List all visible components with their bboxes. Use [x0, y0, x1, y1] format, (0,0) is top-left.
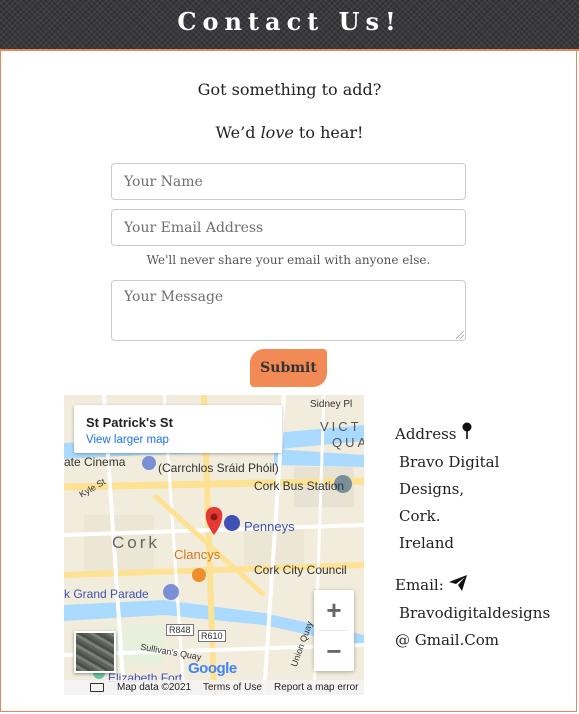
email-input[interactable]	[111, 209, 466, 246]
intro-pre: We’d	[215, 123, 256, 142]
satellite-toggle[interactable]	[74, 631, 116, 673]
page-title: Contact Us!	[177, 7, 402, 36]
map-label-grand-parade: k Grand Parade	[64, 587, 149, 601]
email-line-1[interactable]: Bravodigitaldesigns	[395, 600, 550, 627]
map-zoom-controls: + −	[314, 590, 354, 671]
keyboard-shortcuts-icon[interactable]	[90, 683, 104, 692]
address-line-4: Ireland	[399, 533, 454, 552]
submit-button[interactable]: Submit	[250, 349, 327, 387]
map-label-clancys: Clancys	[174, 547, 221, 562]
map-label-quay: QUA	[332, 435, 364, 450]
address-line-2: Designs,	[399, 479, 465, 498]
map-attribution-bar: Map data ©2021 Terms of Use Report a map…	[64, 680, 364, 695]
map-label-victoria: VICT	[320, 419, 362, 434]
map-label-cinema: ate Cinema	[64, 455, 126, 469]
address-line-3: Cork.	[399, 506, 441, 525]
intro-line: We’d love to hear!	[0, 123, 579, 142]
email-help-text: We'll never share your email with anyone…	[146, 253, 431, 267]
address-heading: Address	[395, 421, 499, 449]
address-label: Address	[395, 425, 457, 443]
map-pin-icon	[461, 422, 473, 449]
intro-question: Got something to add?	[197, 80, 382, 99]
view-larger-map-link[interactable]: View larger map	[86, 434, 169, 446]
textarea-resize-handle[interactable]	[456, 331, 464, 339]
map-label-cork: Cork	[112, 533, 160, 552]
map-place-title: St Patrick's St	[86, 415, 173, 430]
address-block: Address Bravo Digital Designs, Cork. Ire…	[395, 421, 499, 557]
intro-emphasis: love	[260, 123, 294, 142]
email-line-2[interactable]: @ Gmail.Com	[395, 627, 550, 654]
map-label-sidney: Sidney Pl	[310, 399, 353, 410]
email-heading: Email:	[395, 572, 550, 600]
name-input[interactable]	[111, 163, 466, 200]
address-line-1: Bravo Digital	[399, 452, 500, 471]
intro-post: to hear!	[298, 123, 364, 142]
embedded-map[interactable]: Sidney Pl VICT QUA ate Cinema (Carrchlos…	[64, 395, 364, 695]
map-label-r610: R610	[198, 630, 226, 642]
map-data-text: Map data ©2021	[117, 682, 192, 693]
email-label: Email:	[395, 576, 444, 594]
map-label-carrchlos: (Carrchlos Sráid Phóil)	[158, 461, 279, 475]
terms-of-use-link[interactable]: Terms of Use	[203, 682, 262, 693]
page-header: Contact Us!	[0, 0, 579, 51]
email-block: Email: Bravodigitaldesigns @ Gmail.Com	[395, 572, 550, 654]
zoom-out-button[interactable]: −	[314, 631, 354, 671]
map-place-card: St Patrick's St View larger map	[74, 405, 282, 453]
map-label-penneys: Penneys	[244, 519, 295, 534]
map-label-r848: R848	[166, 624, 194, 636]
zoom-in-button[interactable]: +	[314, 590, 354, 630]
map-label-bus-station: Cork Bus Station	[254, 479, 345, 493]
message-textarea[interactable]	[111, 280, 466, 341]
google-logo: Google	[188, 660, 237, 677]
report-map-error-link[interactable]: Report a map error	[274, 682, 358, 693]
paper-plane-icon	[448, 573, 467, 600]
map-label-council: Cork City Council	[254, 563, 347, 577]
